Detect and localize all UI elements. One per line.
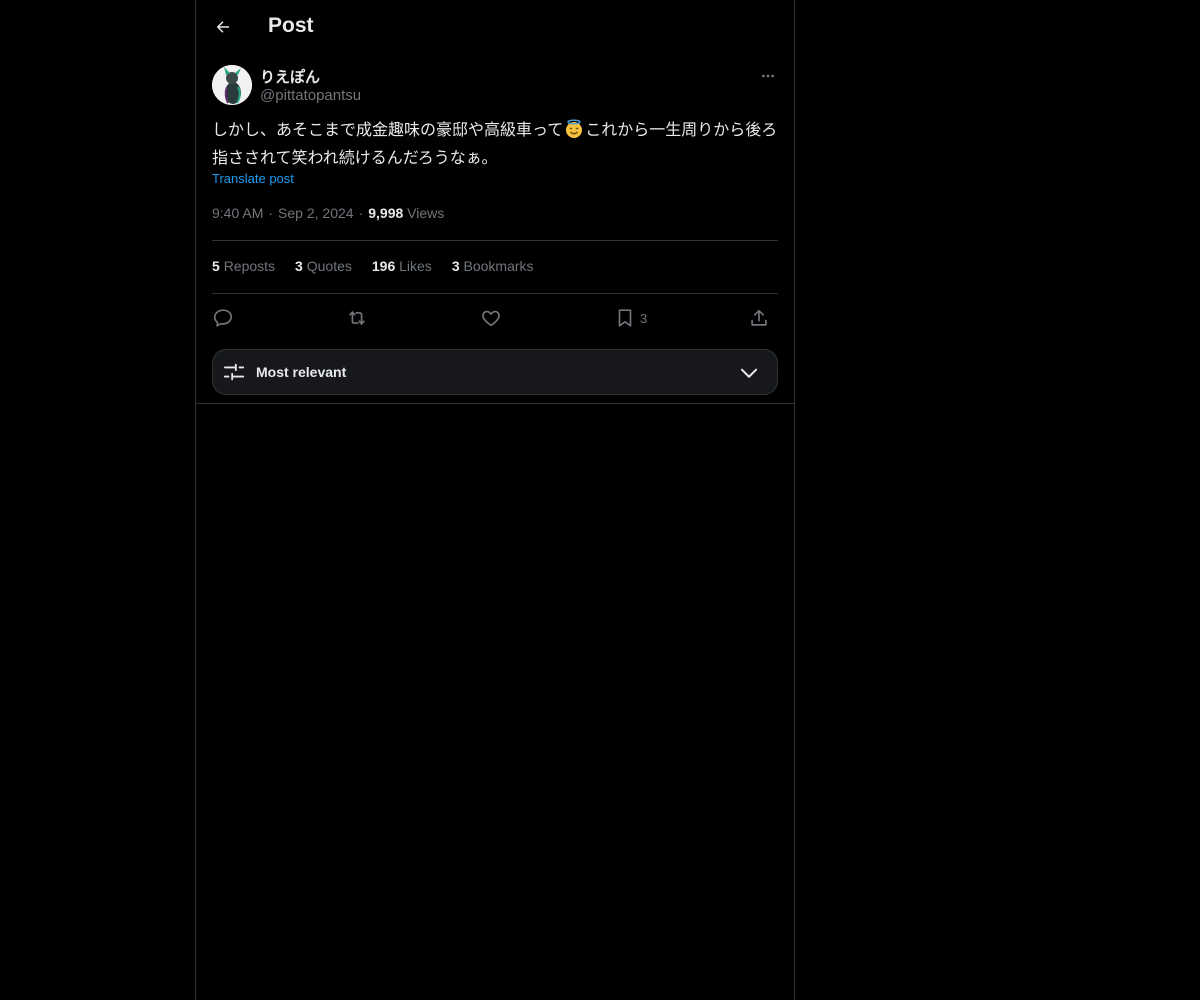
- post-stats: 5 Reposts 3 Quotes 196 Likes 3 Bookmarks: [212, 258, 534, 274]
- smiling-face-with-halo-icon: [564, 119, 584, 147]
- likes-stat[interactable]: 196 Likes: [372, 258, 432, 274]
- bookmarks-stat[interactable]: 3 Bookmarks: [452, 258, 534, 274]
- repost-button[interactable]: [346, 305, 368, 331]
- arrow-left-icon: [216, 21, 229, 33]
- views-label: Views: [407, 205, 445, 221]
- separator-dot: ·: [358, 205, 364, 221]
- quotes-count: 3: [295, 258, 303, 274]
- reply-icon: [213, 309, 233, 327]
- bookmark-icon: [618, 309, 632, 327]
- views-count: 9,998: [368, 205, 404, 221]
- divider: [212, 240, 778, 241]
- action-bar: 3: [212, 305, 778, 331]
- divider: [196, 403, 794, 404]
- likes-label: Likes: [399, 258, 432, 274]
- page-title: Post: [268, 14, 314, 37]
- translate-post-link[interactable]: Translate post: [212, 171, 294, 186]
- divider: [212, 293, 778, 294]
- chevron-down-icon: [739, 363, 759, 388]
- post-time[interactable]: 9:40 AM: [212, 205, 263, 221]
- separator-dot: ·: [268, 205, 274, 221]
- bookmarks-label: Bookmarks: [463, 258, 534, 274]
- reposts-label: Reposts: [223, 258, 276, 274]
- back-button[interactable]: [210, 14, 236, 40]
- reply-sort-dropdown[interactable]: Most relevant: [212, 349, 778, 395]
- sliders-icon: [223, 361, 245, 388]
- more-options-button[interactable]: [758, 66, 778, 86]
- reposts-count: 5: [212, 258, 220, 274]
- post-date[interactable]: Sep 2, 2024: [278, 205, 354, 221]
- like-button[interactable]: [480, 305, 502, 331]
- repost-icon: [349, 311, 365, 325]
- quotes-stat[interactable]: 3 Quotes: [295, 258, 352, 274]
- reposts-stat[interactable]: 5 Reposts: [212, 258, 275, 274]
- more-horizontal-icon: [762, 74, 774, 78]
- avatar[interactable]: [212, 65, 252, 105]
- header: Post: [196, 0, 794, 54]
- bookmarks-count: 3: [451, 258, 460, 274]
- author-handle[interactable]: @pittatopantsu: [260, 87, 361, 104]
- post-meta: 9:40 AM · Sep 2, 2024 · 9,998 Views: [212, 205, 444, 221]
- likes-count: 196: [371, 258, 396, 274]
- share-icon: [751, 309, 767, 326]
- post-text: しかし、あそこまで成金趣味の豪邸や高級車って これから一生周りから後ろ指さされて…: [212, 119, 778, 171]
- share-button[interactable]: [748, 305, 770, 331]
- heart-icon: [482, 310, 500, 327]
- sort-label: Most relevant: [256, 364, 347, 380]
- avatar-image: [212, 65, 252, 105]
- bookmark-count: 3: [640, 310, 648, 326]
- bookmark-button[interactable]: 3: [614, 305, 647, 331]
- author-display-name[interactable]: りえぽん: [260, 66, 320, 87]
- post-detail-column: Post りえぽん @pittatopantsu しかし、あそこまで成金趣味の豪…: [195, 0, 795, 1000]
- post-text-part-1: しかし、あそこまで成金趣味の豪邸や高級車って: [212, 122, 564, 139]
- post-author: りえぽん @pittatopantsu: [212, 64, 778, 108]
- reply-button[interactable]: [212, 305, 234, 331]
- quotes-label: Quotes: [306, 258, 352, 274]
